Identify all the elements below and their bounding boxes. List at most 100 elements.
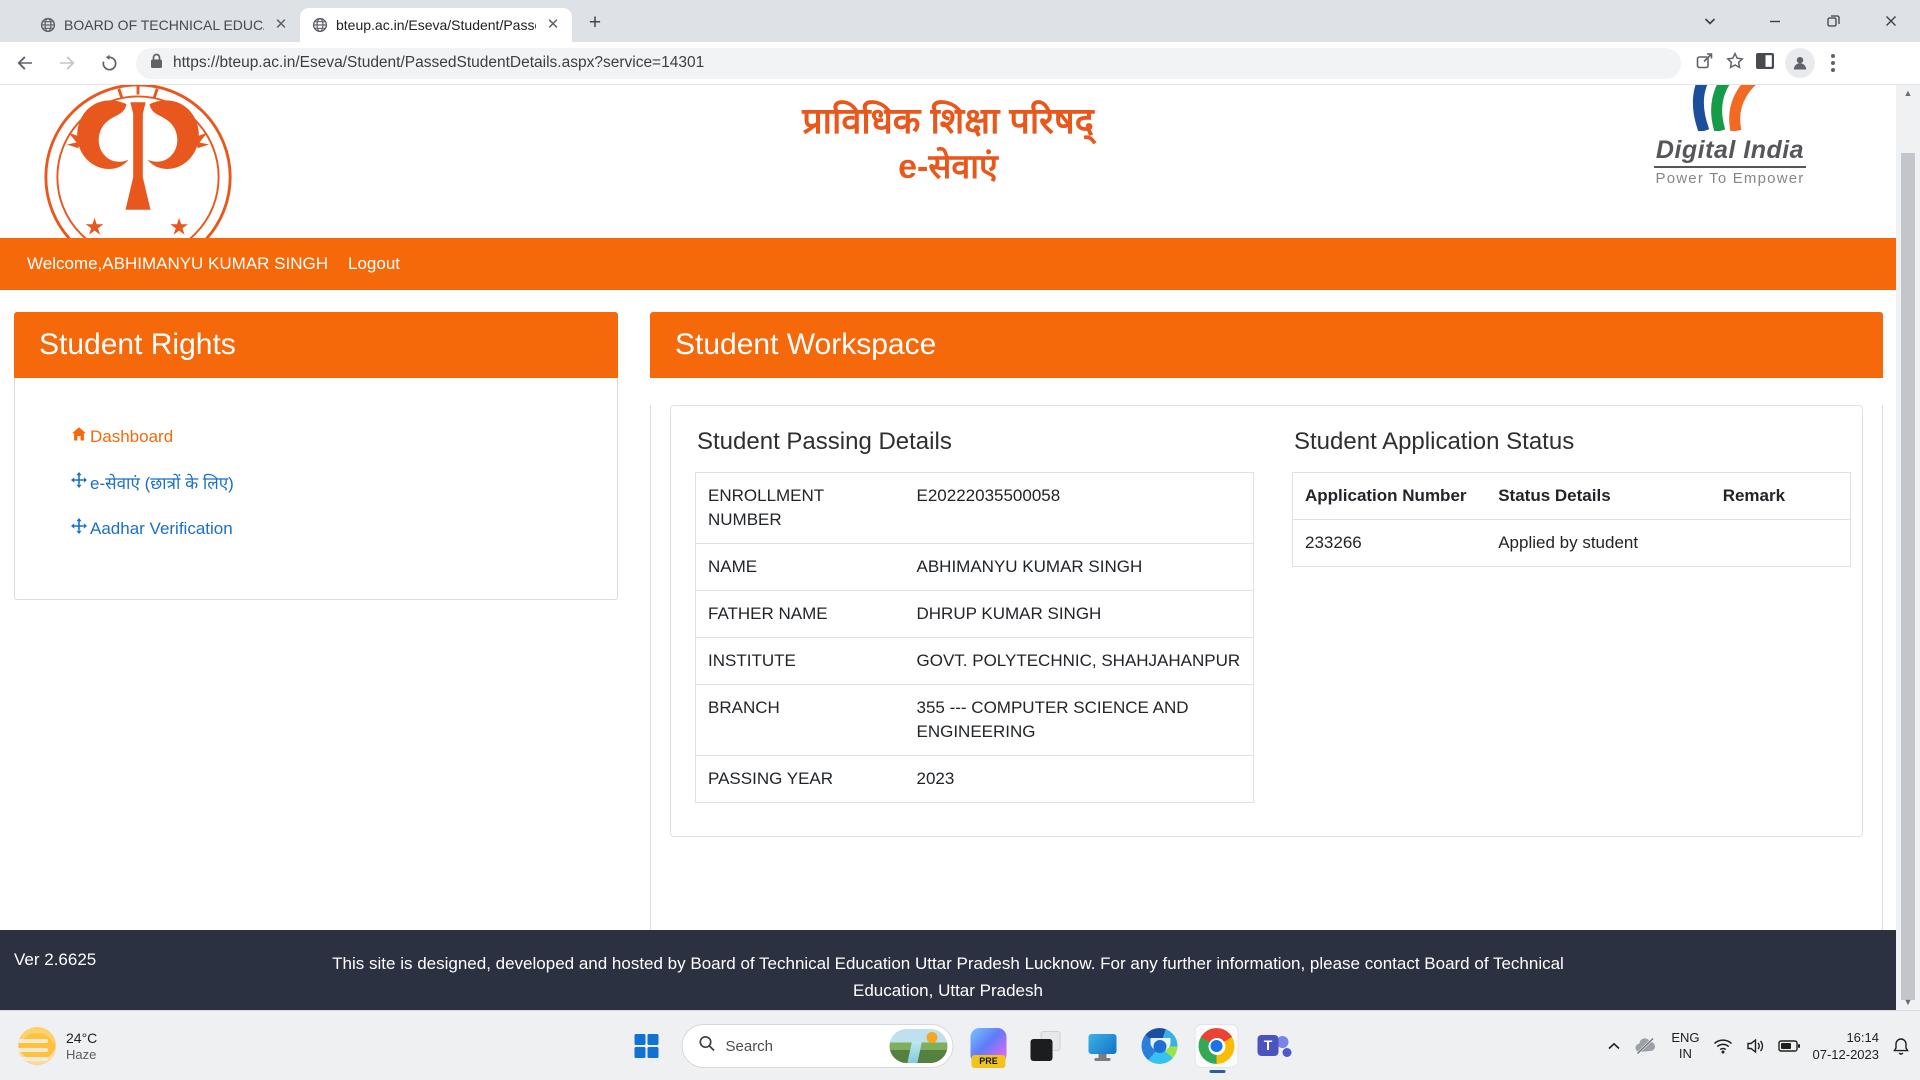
back-icon[interactable] [8,46,42,80]
sidebar-item-aadhar-verification[interactable]: Aadhar Verification [71,518,617,539]
sidebar-item-label: Dashboard [90,427,173,447]
svg-text:★: ★ [84,214,105,238]
footer-text: This site is designed, developed and hos… [328,930,1568,1004]
logout-link[interactable]: Logout [348,254,400,274]
row-label: FATHER NAME [696,591,905,638]
side-panel-icon[interactable] [1755,52,1775,75]
clock-widget[interactable]: 16:14 07-12-2023 [1813,1029,1880,1063]
application-status-section: Student Application Status Application N… [1292,426,1851,816]
start-button[interactable] [625,1024,669,1068]
language-indicator[interactable]: ENG IN [1671,1030,1699,1062]
sidebar-item-eseva[interactable]: e-सेवाएं (छात्रों के लिए) [71,471,617,494]
browser-menu-icon[interactable] [1825,54,1841,72]
scrollbar-thumb[interactable] [1901,153,1915,1000]
notifications-bell-icon[interactable] [1892,1037,1910,1056]
column-header: Status Details [1486,473,1710,520]
row-label: ENROLLMENT NUMBER [696,473,905,544]
site-header: ★ ★ प्राविधिक शिक्षा परिषद् e-सेवाएं [0,85,1896,238]
sidebar-item-label: e-सेवाएं (छात्रों के लिए) [90,471,234,494]
edge-icon [1142,1028,1178,1064]
sidebar-item-dashboard[interactable]: Dashboard [71,426,617,447]
site-title: प्राविधिक शिक्षा परिषद् e-सेवाएं [0,97,1896,189]
url-bar[interactable]: https://bteup.ac.in/Eseva/Student/Passed… [136,48,1681,79]
browser-tab-bteup[interactable]: bteup.ac.in/Eseva/Student/Passe ✕ [300,8,572,42]
profile-avatar[interactable] [1785,48,1815,78]
student-workspace-body: Student Passing Details ENROLLMENT NUMBE… [650,405,1883,932]
site-title-line1: प्राविधिक शिक्षा परिषद् [0,97,1896,145]
tab-title: BOARD OF TECHNICAL EDUCATI [64,17,264,33]
system-tray: ENG IN 16:14 07-12-2023 [1607,1011,1910,1080]
onedrive-offline-icon[interactable] [1634,1037,1658,1055]
chrome-app[interactable] [1195,1024,1239,1068]
status-cell: Applied by student [1486,520,1710,567]
digital-india-name: Digital India [1654,136,1806,168]
reload-icon[interactable] [92,46,126,80]
table-row: BRANCH 355 --- COMPUTER SCIENCE AND ENGI… [696,685,1254,756]
student-rights-body: Dashboard e-सेवाएं (छात्रों के लिए) [14,378,618,600]
column-header: Remark [1711,473,1851,520]
weather-widget[interactable]: 24°C Haze [18,1011,97,1080]
wifi-icon[interactable] [1713,1038,1733,1054]
row-value: GOVT. POLYTECHNIC, SHAHJAHANPUR [905,638,1254,685]
battery-icon[interactable] [1778,1040,1800,1052]
this-pc-app[interactable] [1081,1024,1125,1068]
volume-icon[interactable] [1746,1038,1765,1054]
column-header: Application Number [1293,473,1487,520]
windows-logo-icon [632,1031,662,1061]
url-text: https://bteup.ac.in/Eseva/Student/Passed… [173,54,704,72]
search-highlight-image[interactable] [890,1029,948,1063]
digital-india-logo: Digital India Power To Empower [1645,85,1815,187]
tab-close-icon[interactable]: ✕ [272,16,290,34]
close-window-button[interactable] [1862,0,1920,42]
globe-favicon [312,17,328,33]
row-value: 355 --- COMPUTER SCIENCE AND ENGINEERING [905,685,1254,756]
teams-icon: T [1256,1028,1292,1064]
share-icon[interactable] [1695,51,1715,76]
tab-close-icon[interactable]: ✕ [544,16,562,34]
scroll-up-arrow[interactable]: ▲ [1896,85,1920,101]
browser-tab-board[interactable]: BOARD OF TECHNICAL EDUCATI ✕ [28,8,300,42]
new-tab-button[interactable]: + [580,9,610,39]
bookmark-star-icon[interactable] [1725,51,1745,76]
student-rights-panel: Student Rights Dashboard e-स [14,312,618,600]
overlapping-squares-icon [1029,1029,1063,1063]
table-row: INSTITUTE GOVT. POLYTECHNIC, SHAHJAHANPU… [696,638,1254,685]
row-value: ABHIMANYU KUMAR SINGH [905,544,1254,591]
student-workspace-panel: Student Workspace Student Passing Detail… [650,312,1883,932]
edge-app[interactable] [1138,1024,1182,1068]
page-scrollbar[interactable]: ▲ ▼ [1896,85,1920,1010]
tray-chevron-up-icon[interactable] [1607,1041,1621,1051]
globe-favicon [40,17,56,33]
search-placeholder: Search [726,1038,880,1055]
teams-app[interactable]: T [1252,1024,1296,1068]
window-controls [1746,0,1920,42]
digital-india-ribbon-icon [1670,85,1790,131]
tab-title: bteup.ac.in/Eseva/Student/Passe [336,17,536,33]
scroll-down-arrow[interactable]: ▼ [1896,994,1920,1010]
digital-india-tagline: Power To Empower [1645,170,1815,187]
monitor-icon [1086,1029,1120,1063]
row-value: DHRUP KUMAR SINGH [905,591,1254,638]
table-header-row: Application Number Status Details Remark [1293,473,1851,520]
copilot-app[interactable]: PRE [967,1024,1011,1068]
forward-icon[interactable] [50,46,84,80]
move-icon [71,472,87,493]
student-workspace-header: Student Workspace [650,312,1883,378]
passing-details-table: ENROLLMENT NUMBER E20222035500058 NAME A… [695,472,1254,803]
passing-details-title: Student Passing Details [697,428,1254,456]
tray-time: 16:14 [1813,1029,1880,1046]
maximize-button[interactable] [1804,0,1862,42]
row-value: E20222035500058 [905,473,1254,544]
taskbar-search[interactable]: Search [682,1024,954,1068]
version-text: Ver 2.6625 [14,950,96,970]
haze-sun-icon [18,1027,56,1065]
welcome-bar: Welcome,ABHIMANYU KUMAR SINGH Logout [0,238,1896,290]
row-value: 2023 [905,756,1254,803]
minimize-button[interactable] [1746,0,1804,42]
snipping-app[interactable] [1024,1024,1068,1068]
tab-search-chevron-icon[interactable] [1690,0,1730,42]
row-label: INSTITUTE [696,638,905,685]
row-label: NAME [696,544,905,591]
application-number-cell: 233266 [1293,520,1487,567]
copilot-pre-badge: PRE [972,1055,1006,1068]
